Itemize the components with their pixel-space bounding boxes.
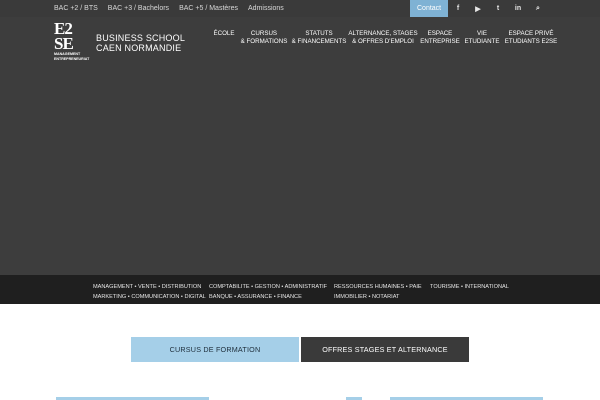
linkedin-icon[interactable]: in bbox=[508, 0, 528, 17]
top-right: Contact f ▶ t in ⌕ bbox=[410, 0, 548, 17]
category-line1: RESSOURCES HUMAINES • PAIE bbox=[334, 284, 422, 290]
social-links: f ▶ t in ⌕ bbox=[448, 0, 548, 17]
nav-label-line2: ETUDIANTS E2SE bbox=[504, 38, 558, 46]
category-rh[interactable]: RESSOURCES HUMAINES • PAIE IMMOBILIER • … bbox=[334, 282, 422, 302]
top-links: BAC +2 / BTS BAC +3 / Bachelors BAC +5 /… bbox=[54, 0, 284, 17]
category-management[interactable]: MANAGEMENT • VENTE • DISTRIBUTION MARKET… bbox=[93, 282, 206, 302]
offres-stages-button[interactable]: OFFRES STAGES ET ALTERNANCE bbox=[301, 337, 469, 362]
hero: E2 SE MANAGEMENT ENTREPRENEURIAT BUSINES… bbox=[0, 17, 600, 275]
top-link-bac3[interactable]: BAC +3 / Bachelors bbox=[108, 5, 169, 12]
top-bar: BAC +2 / BTS BAC +3 / Bachelors BAC +5 /… bbox=[0, 0, 600, 17]
nav-label-line1: ALTERNANCE, STAGES bbox=[348, 30, 418, 37]
contact-button[interactable]: Contact bbox=[410, 0, 448, 17]
facebook-icon[interactable]: f bbox=[448, 0, 468, 17]
search-icon[interactable]: ⌕ bbox=[528, 0, 548, 17]
top-link-admissions[interactable]: Admissions bbox=[248, 5, 284, 12]
category-line2: MARKETING • COMMUNICATION • DIGITAL bbox=[93, 294, 206, 300]
nav-item-ecole[interactable]: ÉCOLE bbox=[214, 30, 235, 38]
nav-label-line1: ÉCOLE bbox=[213, 30, 235, 37]
nav-label-line1: ESPACE bbox=[427, 30, 453, 37]
category-line1: MANAGEMENT • VENTE • DISTRIBUTION bbox=[93, 284, 202, 290]
nav-label-line2: & OFFRES D'EMPLOI bbox=[352, 38, 414, 46]
nav-label-line2: & FORMATIONS bbox=[240, 38, 288, 46]
nav-label-line2: ENTREPRISE bbox=[420, 38, 460, 46]
nav-item-espace-prive[interactable]: ESPACE PRIVÉ ETUDIANTS E2SE bbox=[505, 30, 558, 46]
nav-item-espace-entreprise[interactable]: ESPACE ENTREPRISE bbox=[420, 30, 460, 46]
category-line1: TOURISME • INTERNATIONAL bbox=[430, 284, 509, 290]
youtube-icon[interactable]: ▶ bbox=[468, 0, 488, 17]
nav-item-statuts[interactable]: STATUTS & FINANCEMENTS bbox=[292, 30, 347, 46]
logo-sub-management: MANAGEMENT bbox=[54, 52, 81, 56]
nav-item-alternance[interactable]: ALTERNANCE, STAGES & OFFRES D'EMPLOI bbox=[348, 30, 417, 46]
category-comptabilite[interactable]: COMPTABILITE • GESTION • ADMINISTRATIF B… bbox=[209, 282, 327, 302]
main-nav: ÉCOLE CURSUS & FORMATIONS STATUTS & FINA… bbox=[0, 30, 600, 50]
category-strip: MANAGEMENT • VENTE • DISTRIBUTION MARKET… bbox=[0, 275, 600, 304]
category-line1: COMPTABILITE • GESTION • ADMINISTRATIF bbox=[209, 284, 328, 290]
cursus-formation-button[interactable]: CURSUS DE FORMATION bbox=[131, 337, 299, 362]
top-link-bac5[interactable]: BAC +5 / Mastères bbox=[179, 5, 238, 12]
nav-label-line1: VIE bbox=[477, 30, 487, 37]
nav-label-line1: ESPACE PRIVÉ bbox=[508, 30, 554, 37]
twitter-icon[interactable]: t bbox=[488, 0, 508, 17]
category-line2: IMMOBILIER • NOTARIAT bbox=[334, 294, 400, 300]
main-content: CURSUS DE FORMATION OFFRES STAGES ET ALT… bbox=[0, 304, 600, 400]
nav-item-vie-etudiante[interactable]: VIE ETUDIANTE bbox=[464, 30, 499, 46]
nav-label-line1: CURSUS bbox=[250, 30, 278, 37]
nav-label-line2: ETUDIANTE bbox=[464, 38, 500, 46]
nav-label-line2: & FINANCEMENTS bbox=[291, 38, 347, 46]
top-link-bac2[interactable]: BAC +2 / BTS bbox=[54, 5, 98, 12]
category-line2: BANQUE • ASSURANCE • FINANCE bbox=[209, 294, 302, 300]
nav-item-cursus[interactable]: CURSUS & FORMATIONS bbox=[241, 30, 288, 46]
category-tourisme[interactable]: TOURISME • INTERNATIONAL bbox=[430, 282, 509, 292]
nav-label-line1: STATUTS bbox=[305, 30, 333, 37]
logo-sub-entrepreneuriat: ENTREPRENEURIAT bbox=[54, 57, 90, 62]
